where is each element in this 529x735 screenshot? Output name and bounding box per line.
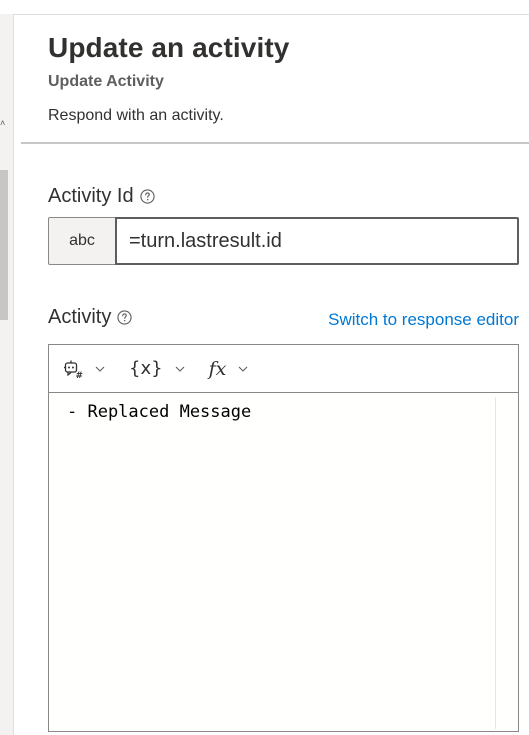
- function-fx-label: fx: [208, 357, 227, 380]
- activity-id-input[interactable]: =turn.lastresult.id: [115, 217, 519, 265]
- page-description: Respond with an activity.: [48, 107, 224, 124]
- activity-id-label-row: Activity Id: [48, 183, 155, 209]
- question-circle-icon[interactable]: [139, 188, 155, 204]
- bot-template-icon: #: [64, 360, 84, 379]
- chevron-down-icon: [95, 366, 105, 372]
- question-circle-icon[interactable]: [117, 309, 132, 325]
- caret-up-icon: ˄: [0, 118, 6, 128]
- update-activity-panel: ˄ Update an activity Update Activity Res…: [0, 0, 529, 735]
- code-line[interactable]: - Replaced Message: [67, 401, 251, 423]
- activity-label: Activity: [48, 306, 112, 328]
- editor-scrollbar[interactable]: [495, 397, 518, 729]
- activity-editor: # {x} fx - Replaced Message: [48, 344, 519, 732]
- page-subtitle: Update Activity: [48, 73, 164, 90]
- page-title: Update an activity: [48, 32, 290, 63]
- activity-id-field: abc =turn.lastresult.id: [48, 217, 519, 265]
- bot-template-button[interactable]: #: [63, 354, 105, 384]
- type-selector-button[interactable]: abc: [48, 217, 115, 265]
- chevron-down-icon: [238, 366, 248, 372]
- editor-toolbar: # {x} fx: [49, 345, 518, 393]
- left-scrollbar-thumb[interactable]: [0, 170, 8, 320]
- header-divider: [21, 142, 529, 144]
- code-editor-area[interactable]: - Replaced Message: [49, 394, 518, 731]
- svg-text:#: #: [76, 371, 84, 379]
- top-border: [0, 14, 529, 15]
- function-insert-button[interactable]: fx: [209, 354, 249, 384]
- activity-label-row: Activity: [48, 304, 132, 330]
- switch-to-response-editor-link[interactable]: Switch to response editor: [328, 309, 519, 331]
- activity-id-label: Activity Id: [48, 185, 134, 207]
- property-braces-label: {x}: [129, 358, 163, 379]
- chevron-down-icon: [175, 366, 184, 372]
- property-insert-button[interactable]: {x}: [129, 354, 185, 384]
